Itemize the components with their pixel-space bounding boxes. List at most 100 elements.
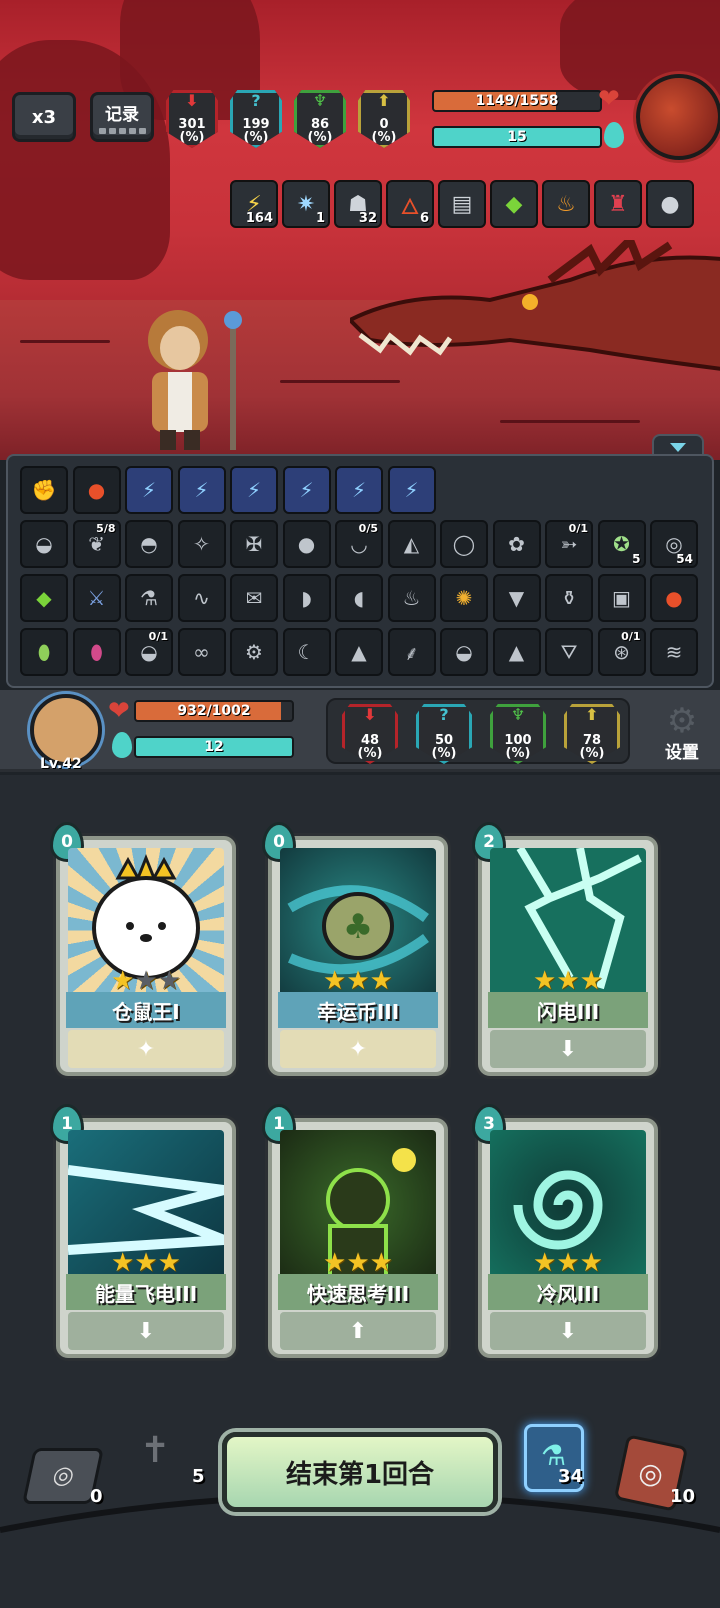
- enemy-buff-slot[interactable]: ●: [646, 180, 694, 228]
- spiral-icon: ◎: [50, 1461, 78, 1489]
- inventory-slot[interactable]: ⚡: [282, 466, 331, 514]
- inventory-slot[interactable]: ▣: [597, 574, 646, 622]
- card-energy-bolt[interactable]: 1 ★★★ 能量飞电III ⬇: [50, 1104, 236, 1358]
- bread-roll-icon: ◗: [301, 586, 312, 610]
- inventory-slot[interactable]: ◎ 54: [650, 520, 698, 568]
- inventory-slot[interactable]: ●: [72, 466, 121, 514]
- speed-button[interactable]: x3: [12, 92, 76, 142]
- enemy-buff-slot[interactable]: ☗ 32: [334, 180, 382, 228]
- graveyard-button[interactable]: ✝: [130, 1430, 200, 1500]
- fire-apple-icon: ●: [87, 478, 106, 502]
- inventory-slot[interactable]: ⸙: [387, 628, 436, 676]
- inventory-slot[interactable]: ◓: [125, 520, 173, 568]
- lightning-card-icon: ⚡: [404, 478, 419, 502]
- inventory-slot[interactable]: ⚡: [387, 466, 436, 514]
- bomb-icon: ●: [660, 191, 680, 217]
- inventory-slot[interactable]: ⚱: [545, 574, 593, 622]
- inventory-slot[interactable]: ◒: [20, 520, 68, 568]
- inventory-slot[interactable]: ▼: [492, 574, 541, 622]
- inventory-slot[interactable]: ⚗: [125, 574, 173, 622]
- inventory-slot[interactable]: ✪ 5: [597, 520, 646, 568]
- inventory-slot[interactable]: ⚙: [230, 628, 278, 676]
- enemy-buff-slot[interactable]: ♜: [594, 180, 642, 228]
- slot-progress: 5/8: [96, 522, 116, 535]
- tombstone-icon: ✝: [140, 1430, 171, 1471]
- claw-icon: ⸙: [404, 640, 419, 665]
- inventory-slot[interactable]: ⚡: [230, 466, 278, 514]
- card-hamster-king[interactable]: 0 ★★★ 仓鼠王I ✦: [50, 822, 236, 1076]
- inventory-slot[interactable]: ∞: [177, 628, 226, 676]
- question-icon: ?: [251, 91, 261, 110]
- settings-button[interactable]: ⚙ 设置: [652, 704, 712, 763]
- boomerang-icon: ➳: [560, 532, 578, 556]
- inventory-slot[interactable]: ≋: [650, 628, 698, 676]
- graveyard-count: 5: [192, 1466, 205, 1487]
- inventory-slot[interactable]: ✉: [230, 574, 278, 622]
- inventory-slot[interactable]: ◯: [440, 520, 488, 568]
- inventory-slot[interactable]: ◆: [20, 574, 68, 622]
- speed-label: x3: [31, 106, 57, 128]
- robot-icon: ⚙: [245, 640, 263, 664]
- bomb-icon: ●: [297, 532, 316, 556]
- arrow-down-icon: ⬇: [558, 1318, 578, 1344]
- record-dots: [98, 128, 146, 134]
- enemy-hp-text: 1149/1558: [475, 93, 559, 109]
- hero-character[interactable]: [130, 300, 250, 450]
- lightning-card-icon: ⚡: [246, 478, 262, 502]
- enemy-buff-slot[interactable]: ⚡ 164: [230, 180, 278, 228]
- card-lucky-coin[interactable]: 0 ♣ ★★★ 幸运币III ✦: [262, 822, 448, 1076]
- inventory-slot[interactable]: ⬮: [72, 628, 121, 676]
- inventory-slot[interactable]: ⛛: [545, 628, 593, 676]
- card-quick-think[interactable]: 1 ★★★ 快速思考III ⬆: [262, 1104, 448, 1358]
- enemy-mana-bar: 15: [432, 126, 602, 148]
- inventory-slot[interactable]: ◒: [440, 628, 488, 676]
- inventory-slot[interactable]: ✺: [440, 574, 488, 622]
- inventory-slot[interactable]: ●: [650, 574, 698, 622]
- enemy-buff-slot[interactable]: ▤: [438, 180, 486, 228]
- inventory-slot[interactable]: ♨: [387, 574, 436, 622]
- inventory-slot[interactable]: ◖: [335, 574, 383, 622]
- bowl-icon: ◡: [350, 532, 368, 556]
- mana-drop-icon: [112, 732, 132, 758]
- inventory-slot[interactable]: ⬮: [20, 628, 68, 676]
- question-icon: ?: [439, 705, 449, 724]
- inventory-slot[interactable]: ⚡: [125, 466, 173, 514]
- inventory-slot[interactable]: ◡ 0/5: [335, 520, 383, 568]
- inventory-slot[interactable]: ▲: [492, 628, 541, 676]
- inventory-slot[interactable]: ◒ 0/1: [125, 628, 173, 676]
- meat-icon: ♨: [402, 586, 421, 610]
- enemy-buff-slot[interactable]: 🜂 6: [386, 180, 434, 228]
- card-cold-wind[interactable]: 3 ★★★ 冷风III ⬇: [472, 1104, 658, 1358]
- inventory-slot[interactable]: ➳ 0/1: [545, 520, 593, 568]
- enemy-hp-bar: 1149/1558: [432, 90, 602, 112]
- inventory-slot[interactable]: ❦ 5/8: [72, 520, 121, 568]
- inventory-slot[interactable]: ✿: [492, 520, 541, 568]
- inventory-slot[interactable]: ▲: [335, 628, 383, 676]
- vase-icon: ⚱: [560, 586, 578, 610]
- inventory-slot[interactable]: ◭: [387, 520, 436, 568]
- inventory-slot[interactable]: ☾: [282, 628, 331, 676]
- inventory-slot[interactable]: ⚡: [335, 466, 383, 514]
- enemy-buff-slot[interactable]: ✷ 1: [282, 180, 330, 228]
- scroll-icon: ✉: [245, 586, 263, 610]
- end-turn-button[interactable]: 结束第1回合: [222, 1432, 498, 1512]
- inventory-slot[interactable]: ◗: [282, 574, 331, 622]
- inventory-slot[interactable]: ✊: [20, 466, 68, 514]
- ground-crack: [20, 340, 110, 343]
- inventory-slot[interactable]: ⚔: [72, 574, 121, 622]
- inventory-slot[interactable]: ●: [282, 520, 331, 568]
- inventory-slot[interactable]: ✠: [230, 520, 278, 568]
- buff-count: 6: [419, 211, 429, 226]
- dragon-enemy[interactable]: [350, 240, 720, 390]
- card-lightning[interactable]: 2 ★★★ 闪电III ⬇: [472, 822, 658, 1076]
- inventory-slot[interactable]: ✧: [177, 520, 226, 568]
- inventory-slot[interactable]: ⚡: [177, 466, 226, 514]
- inventory-slot[interactable]: ⊛ 0/1: [597, 628, 646, 676]
- enemy-buff-slot[interactable]: ◆: [490, 180, 538, 228]
- slot-count: 5: [632, 552, 641, 566]
- inventory-slot[interactable]: ∿: [177, 574, 226, 622]
- enemy-buff-slot[interactable]: ♨: [542, 180, 590, 228]
- dragon-portrait[interactable]: [636, 74, 720, 160]
- pacifier-icon: ⊛: [613, 640, 630, 664]
- record-button[interactable]: 记录: [90, 92, 154, 142]
